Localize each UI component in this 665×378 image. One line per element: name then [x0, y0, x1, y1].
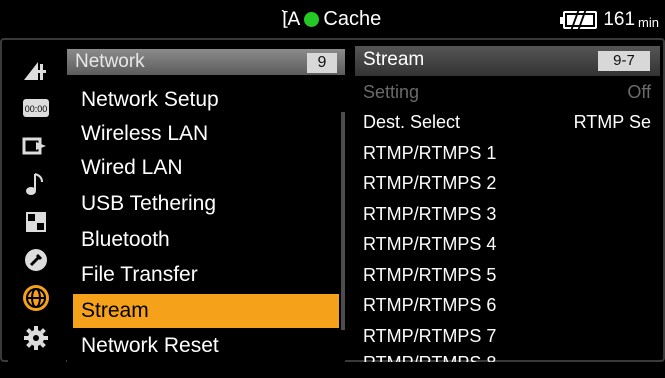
output-icon[interactable] — [22, 132, 50, 160]
menu-item-network-reset[interactable]: Network Reset — [73, 329, 339, 363]
submenu-item-rtmp-7[interactable]: RTMP/RTMPS 7 — [363, 321, 655, 351]
submenu-item-label: RTMP/RTMPS 5 — [363, 265, 497, 285]
menu-item-bluetooth[interactable]: Bluetooth — [73, 223, 339, 257]
svg-text:00:00: 00:00 — [25, 104, 48, 114]
clip-label: Cache — [323, 7, 382, 30]
timecode-icon[interactable]: 00:00 — [22, 94, 50, 122]
menu-item-network-setup[interactable]: Network Setup — [73, 83, 339, 117]
media-clip-icon: [̀A — [282, 8, 300, 30]
battery-status: 161 min — [560, 9, 659, 31]
submenu-item-rtmp-8[interactable]: RTMP/RTMPS 8 — [363, 348, 655, 362]
battery-unit: min — [638, 14, 659, 30]
submenu-item-rtmp-5[interactable]: RTMP/RTMPS 5 — [363, 260, 655, 290]
stream-submenu: Stream 9-7 Setting Off Dest. Select RTMP… — [355, 46, 660, 362]
clip-status: [̀A Cache — [282, 6, 381, 32]
status-bar: [̀A Cache 161 min — [0, 0, 665, 38]
submenu-header-page: 9-7 — [598, 51, 650, 71]
submenu-item-rtmp-6[interactable]: RTMP/RTMPS 6 — [363, 290, 655, 320]
submenu-item-label: RTMP/RTMPS 1 — [363, 143, 497, 163]
menu-header-page: 9 — [307, 53, 337, 73]
system-icon[interactable] — [22, 324, 50, 352]
submenu-item-rtmp-1[interactable]: RTMP/RTMPS 1 — [363, 138, 655, 168]
submenu-item-value: RTMP Se — [573, 112, 651, 132]
battery-icon — [560, 11, 598, 29]
submenu-item-label: RTMP/RTMPS 7 — [363, 326, 497, 346]
maintenance-icon[interactable] — [22, 246, 50, 274]
network-menu: Network 9 Network Setup Wireless LAN Wir… — [67, 46, 345, 362]
menu-item-wired-lan[interactable]: Wired LAN — [73, 151, 339, 185]
submenu-item-label: RTMP/RTMPS 3 — [363, 204, 497, 224]
submenu-item-label: RTMP/RTMPS 4 — [363, 234, 497, 254]
battery-minutes: 161 — [603, 9, 636, 30]
submenu-item-rtmp-2[interactable]: RTMP/RTMPS 2 — [363, 168, 655, 198]
camera-settings-icon[interactable] — [22, 56, 50, 84]
submenu-item-label: RTMP/RTMPS 8 — [363, 353, 496, 362]
submenu-header-title: Stream — [363, 49, 425, 70]
submenu-item-rtmp-3[interactable]: RTMP/RTMPS 3 — [363, 199, 655, 229]
menu-scrollbar[interactable] — [341, 112, 345, 330]
audio-icon[interactable] — [22, 170, 50, 198]
menu-header-title: Network — [75, 51, 145, 72]
submenu-item-label: Dest. Select — [363, 112, 461, 132]
menu-item-stream[interactable]: Stream — [73, 294, 339, 328]
submenu-item-dest-select[interactable]: Dest. Select RTMP Se — [363, 107, 655, 137]
network-icon[interactable] — [22, 284, 50, 312]
submenu-item-rtmp-4[interactable]: RTMP/RTMPS 4 — [363, 229, 655, 259]
submenu-item-label: Setting — [363, 82, 420, 102]
menu-item-file-transfer[interactable]: File Transfer — [73, 258, 339, 292]
submenu-item-setting: Setting Off — [363, 77, 655, 107]
submenu-item-value: Off — [627, 82, 651, 102]
submenu-item-label: RTMP/RTMPS 2 — [363, 173, 497, 193]
submenu-header: Stream 9-7 — [355, 46, 660, 76]
menu-header: Network 9 — [67, 49, 345, 75]
submenu-item-label: RTMP/RTMPS 6 — [363, 295, 497, 315]
menu-item-wireless-lan[interactable]: Wireless LAN — [73, 117, 339, 151]
menu-item-usb-tethering[interactable]: USB Tethering — [73, 187, 339, 221]
thumbnail-icon[interactable] — [22, 208, 50, 236]
status-dot-icon — [304, 11, 320, 27]
menu-category-bar: 00:00 — [8, 48, 66, 362]
